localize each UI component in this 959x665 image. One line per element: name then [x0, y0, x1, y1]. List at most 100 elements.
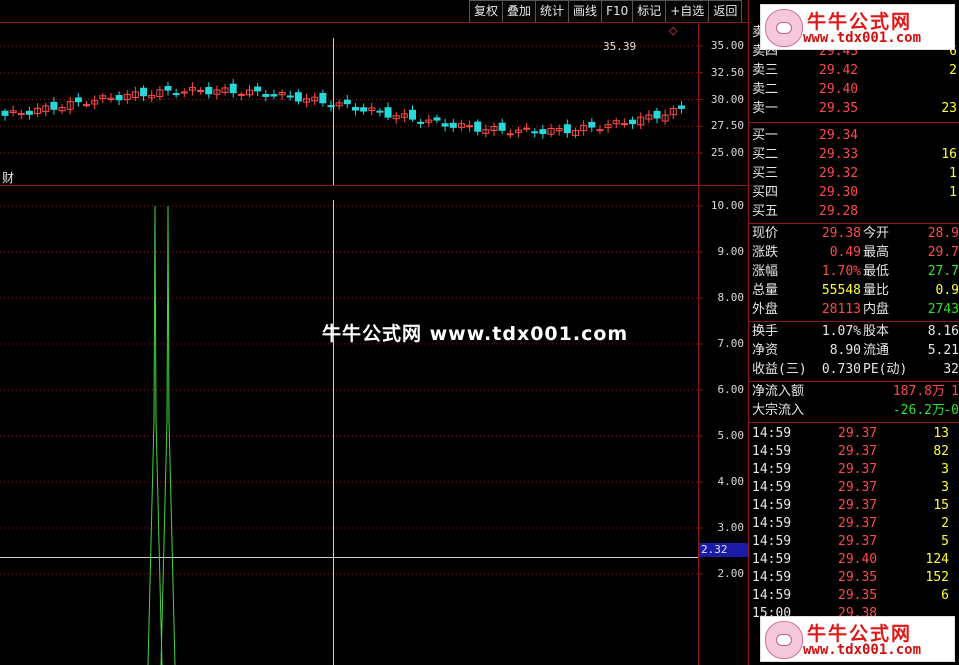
candle-body [531, 131, 539, 134]
tick-price: 29.35 [838, 588, 878, 603]
quote-row[interactable]: 涨跌 0.49 最高 29.7 [749, 244, 959, 262]
fund-flow-row[interactable]: 净流入额 187.8万 1 [749, 383, 959, 401]
candle-body [498, 122, 506, 131]
tick-time: 14:59 [752, 480, 792, 495]
order-book-buy-row[interactable]: 买一 29.34 [749, 127, 959, 145]
quote-row[interactable]: 外盘 28113 内盘 2743 [749, 301, 959, 319]
order-volume: 16 [941, 147, 957, 162]
tick-trade-row[interactable]: 14:59 29.35 152 [749, 569, 959, 587]
fundamental-value: 1.07% [821, 324, 861, 339]
candle-body [294, 92, 302, 102]
fundamental-value: 32 [943, 362, 959, 377]
quote-label: 外盘 [752, 302, 779, 317]
fundamentals-row[interactable]: 换手 1.07% 股本 8.16 [749, 323, 959, 341]
fundamentals-row[interactable]: 净资 8.90 流通 5.21 [749, 342, 959, 360]
order-book-buy-row[interactable]: 买三 29.32 1 [749, 165, 959, 183]
order-price: 29.33 [819, 147, 859, 162]
tick-time: 14:59 [752, 462, 792, 477]
candle-body [441, 123, 449, 127]
price-tick-label: 35.00 [710, 39, 744, 52]
price-tick-label: 32.50 [710, 65, 744, 79]
order-label: 买三 [752, 166, 779, 181]
fund-flow-row[interactable]: 大宗流入 -26.2万 -0 [749, 402, 959, 420]
tick-time: 14:59 [752, 444, 792, 459]
tick-trade-row[interactable]: 14:59 29.37 2 [749, 515, 959, 533]
candle-body [677, 105, 685, 109]
quote-side-panel: 卖五29.44卖四29.436卖三29.422卖二29.40卖一29.3523买… [749, 0, 959, 665]
fund-flow-value: 187.8万 [892, 384, 945, 399]
quote-label: 最高 [863, 245, 890, 260]
quote-label: 涨幅 [752, 264, 779, 279]
candle-body [539, 129, 547, 135]
tick-volume: 152 [925, 570, 949, 585]
order-book-buy-row[interactable]: 买五 29.28 [749, 203, 959, 221]
watermark-text: 牛牛公式网 www.tdx001.com [322, 323, 629, 345]
tick-trade-row[interactable]: 14:59 29.37 3 [749, 479, 959, 497]
tick-trade-row[interactable]: 14:59 29.37 82 [749, 443, 959, 461]
tick-trade-row[interactable]: 14:59 29.37 13 [749, 425, 959, 443]
tick-volume: 2 [941, 516, 949, 531]
candle-body [474, 121, 482, 132]
ticks-divider [749, 422, 959, 423]
quote-row[interactable]: 现价 29.38 今开 28.9 [749, 225, 959, 243]
chart-settings-diamond-icon[interactable]: ◇ [669, 24, 677, 37]
tick-trade-row[interactable]: 14:59 29.37 3 [749, 461, 959, 479]
tick-price: 29.37 [838, 480, 878, 495]
fund-flow-divider [749, 381, 959, 382]
candle-body [262, 94, 270, 97]
candle-body [83, 104, 90, 107]
fundamental-value: 5.21 [927, 343, 959, 358]
candle-body [433, 117, 441, 121]
order-book-sell-row[interactable]: 卖三 29.42 2 [749, 62, 959, 80]
indicator-tick-label: 7.00 [717, 337, 745, 350]
order-book-sell-row[interactable]: 卖二 29.40 [749, 81, 959, 99]
tick-trade-row[interactable]: 14:59 29.35 6 [749, 587, 959, 605]
cow-logo-icon [765, 9, 803, 47]
tick-volume: 13 [933, 426, 949, 441]
tick-time: 14:59 [752, 552, 792, 567]
candle-body [384, 107, 392, 118]
tick-trade-row[interactable]: 14:59 29.37 15 [749, 497, 959, 515]
fundamental-label: 股本 [863, 324, 890, 339]
order-label: 买四 [752, 185, 779, 200]
order-label: 买二 [752, 147, 779, 162]
candle-body [25, 110, 33, 115]
order-price: 29.35 [819, 101, 859, 116]
order-price: 29.32 [819, 166, 859, 181]
order-book-sell-row[interactable]: 卖一 29.35 23 [749, 100, 959, 118]
order-book-buy-row[interactable]: 买四 29.30 1 [749, 184, 959, 202]
tick-price: 29.37 [838, 426, 878, 441]
tick-trade-row[interactable]: 14:59 29.40 124 [749, 551, 959, 569]
fundamental-value: 0.730 [821, 362, 861, 377]
tick-price: 29.40 [838, 552, 878, 567]
order-book-buy-row[interactable]: 买二 29.33 16 [749, 146, 959, 164]
order-volume: 2 [949, 63, 957, 78]
watermark-logo-bottom: 牛牛公式网 www.tdx001.com [760, 616, 955, 662]
tick-price: 29.37 [838, 534, 878, 549]
candle-body [50, 101, 58, 110]
quote-row[interactable]: 总量 55548 量比 0.9 [749, 282, 959, 300]
tick-trade-row[interactable]: 14:59 29.37 5 [749, 533, 959, 551]
indicator-tick-label: 5.00 [717, 429, 745, 442]
fundamentals-row[interactable]: 收益(三) 0.730 PE(动) 32 [749, 361, 959, 379]
quote-row[interactable]: 涨幅 1.70% 最低 27.7 [749, 263, 959, 281]
candle-body [376, 110, 384, 113]
cow-logo-icon [765, 621, 803, 659]
indicator-spike-line [147, 205, 163, 665]
cursor-value-badge: 2.32 [699, 543, 748, 557]
candle-body [409, 109, 416, 120]
tick-volume: 124 [925, 552, 949, 567]
quote-value: 1.70% [821, 264, 861, 279]
order-price: 29.28 [819, 204, 859, 219]
order-book-divider [749, 122, 959, 123]
tick-time: 14:59 [752, 588, 792, 603]
quote-value: 0.49 [829, 245, 861, 260]
candle-body [620, 123, 628, 126]
candle-body [286, 95, 294, 98]
order-volume: 1 [949, 185, 957, 200]
tick-time: 14:59 [752, 498, 792, 513]
candle-body [449, 122, 457, 128]
quote-label: 最低 [863, 264, 890, 279]
price-tick-label: 30.00 [710, 92, 744, 106]
quote-value: 27.7 [927, 264, 959, 279]
